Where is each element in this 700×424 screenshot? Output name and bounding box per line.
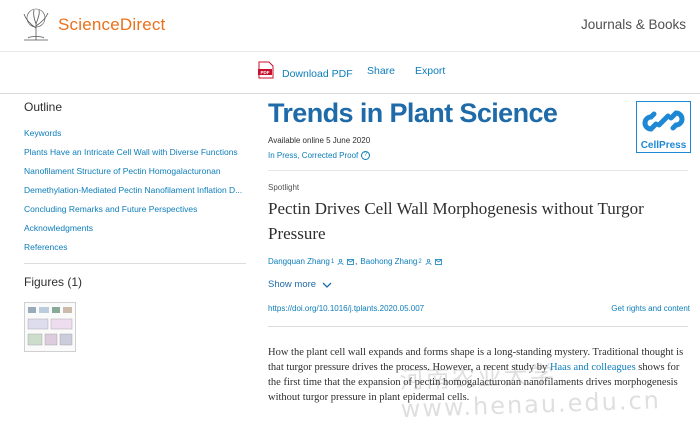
article-toolbar: PDF Download PDF Share Export bbox=[0, 52, 700, 94]
outline-title: Outline bbox=[24, 100, 63, 114]
outline-item-acknowledgments[interactable]: Acknowledgments bbox=[24, 223, 246, 242]
pdf-icon: PDF bbox=[258, 61, 274, 79]
available-online-date: Available online 5 June 2020 bbox=[268, 136, 371, 145]
brand-name: ScienceDirect bbox=[58, 15, 166, 34]
outline-item-keywords[interactable]: Keywords bbox=[24, 128, 246, 147]
rights-link[interactable]: Get rights and content bbox=[611, 304, 690, 313]
outline-item-demethylation[interactable]: Demethylation-Mediated Pectin Nanofilame… bbox=[24, 185, 246, 204]
author-separator: , bbox=[355, 257, 358, 266]
download-pdf-label: Download PDF bbox=[282, 68, 353, 80]
article-status-label: In Press, Corrected Proof bbox=[268, 151, 359, 160]
journal-title[interactable]: Trends in Plant Science bbox=[268, 98, 558, 129]
author-name[interactable]: Dangquan Zhang bbox=[268, 257, 330, 266]
author-list: Dangquan Zhang 1 , Baohong Zhang 2 bbox=[268, 257, 442, 266]
header-divider bbox=[268, 170, 688, 171]
svg-text:PDF: PDF bbox=[261, 70, 270, 75]
elsevier-tree-icon bbox=[23, 8, 49, 41]
share-label: Share bbox=[367, 65, 396, 77]
show-more-label: Show more bbox=[268, 279, 317, 290]
figure-thumbnail-image bbox=[27, 307, 73, 346]
abstract-text: How the plant cell wall expands and form… bbox=[268, 345, 692, 405]
figure-thumbnail[interactable] bbox=[24, 302, 76, 352]
chevron-down-icon bbox=[322, 282, 332, 288]
figures-title: Figures (1) bbox=[24, 275, 83, 289]
cellpress-logo[interactable]: CellPress bbox=[636, 101, 691, 153]
article-title: Pectin Drives Cell Wall Morphogenesis wi… bbox=[268, 199, 644, 243]
sciencedirect-logo[interactable]: ScienceDirect bbox=[18, 8, 165, 42]
author-affiliation[interactable]: 1 bbox=[331, 259, 334, 265]
article-status[interactable]: In Press, Corrected Proof ? bbox=[268, 151, 371, 160]
question-icon[interactable]: ? bbox=[361, 151, 371, 160]
haas-colleagues-link[interactable]: Haas and colleagues bbox=[550, 362, 636, 373]
export-label: Export bbox=[415, 65, 446, 77]
person-icon[interactable] bbox=[337, 258, 344, 265]
share-button[interactable]: Share bbox=[367, 65, 395, 77]
download-pdf-button[interactable]: PDF Download PDF bbox=[258, 61, 353, 83]
person-icon[interactable] bbox=[425, 258, 432, 265]
outline-item-concluding-remarks[interactable]: Concluding Remarks and Future Perspectiv… bbox=[24, 204, 246, 223]
outline-sidebar: Outline Keywords Plants Have an Intricat… bbox=[24, 100, 246, 261]
cellpress-wordmark: CellPress bbox=[641, 140, 687, 151]
abstract-divider bbox=[268, 326, 688, 327]
show-more-button[interactable]: Show more bbox=[268, 279, 332, 290]
journals-books-link[interactable]: Journals & Books bbox=[581, 17, 686, 32]
cellpress-logo-icon: CellPress bbox=[641, 110, 687, 151]
outline-item-intricate-cell-wall[interactable]: Plants Have an Intricate Cell Wall with … bbox=[24, 147, 246, 166]
outline-item-references[interactable]: References bbox=[24, 242, 246, 261]
site-header: ScienceDirect Journals & Books bbox=[0, 0, 700, 52]
author-affiliation[interactable]: 2 bbox=[418, 259, 421, 265]
mail-icon[interactable] bbox=[434, 258, 442, 265]
mail-icon[interactable] bbox=[347, 258, 355, 265]
sidebar-divider bbox=[24, 263, 246, 264]
article-type-label: Spotlight bbox=[268, 183, 300, 192]
doi-link[interactable]: https://doi.org/10.1016/j.tplants.2020.0… bbox=[268, 304, 424, 313]
outline-item-nanofilament-structure[interactable]: Nanofilament Structure of Pectin Homogal… bbox=[24, 166, 246, 185]
author-name[interactable]: Baohong Zhang bbox=[360, 257, 417, 266]
outline-list: Keywords Plants Have an Intricate Cell W… bbox=[24, 128, 246, 261]
export-button[interactable]: Export bbox=[415, 65, 445, 77]
